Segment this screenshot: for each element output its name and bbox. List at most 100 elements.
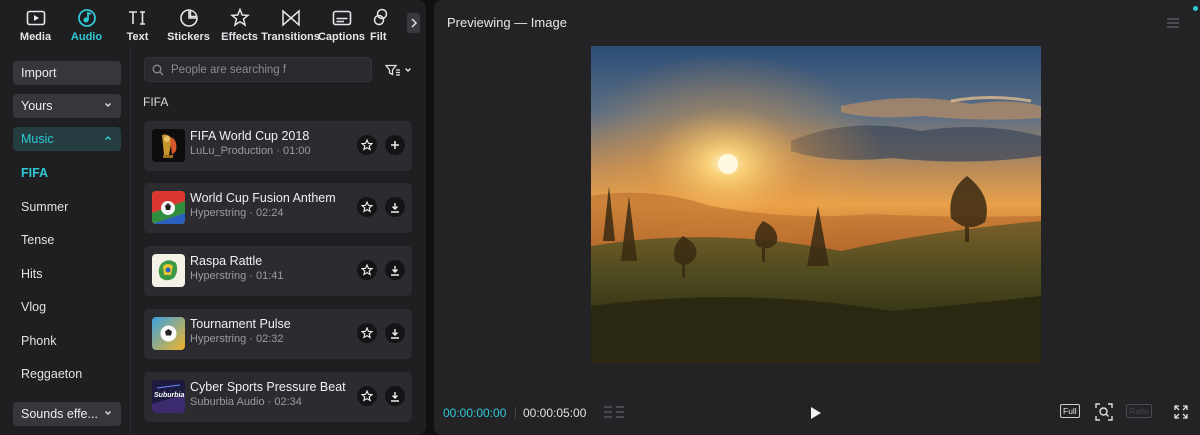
- track-thumbnail: [152, 129, 185, 162]
- add-icon: [391, 141, 399, 149]
- favorite-button[interactable]: [357, 135, 377, 155]
- timeline-view-button[interactable]: [602, 404, 626, 420]
- total-duration: 00:00:05:00: [523, 406, 587, 420]
- search-icon: [152, 64, 164, 75]
- track-thumbnail: Suburbia: [152, 380, 185, 413]
- download-button[interactable]: [385, 386, 405, 406]
- chevron-down-icon: [405, 68, 411, 72]
- media-panel: Media Audio Text Stickers Effects Transi…: [0, 0, 426, 435]
- thumbnail-text: Suburbia: [154, 392, 185, 399]
- tab-audio[interactable]: Audio: [61, 0, 112, 46]
- track-thumbnail: [152, 254, 185, 287]
- add-button[interactable]: [385, 135, 405, 155]
- sidebar-item-reggaeton[interactable]: Reggaeton: [21, 367, 82, 381]
- chevron-down-icon: [105, 411, 111, 415]
- fullscreen-button[interactable]: [1172, 403, 1190, 421]
- tab-audio-label: Audio: [70, 31, 103, 43]
- track-title: World Cup Fusion Anthem: [190, 191, 336, 205]
- download-icon: [391, 265, 399, 276]
- tab-effects[interactable]: Effects: [214, 0, 265, 46]
- download-icon: [391, 328, 399, 339]
- favorite-button[interactable]: [357, 323, 377, 343]
- filters-icon: [371, 8, 393, 28]
- chevron-down-icon: [105, 103, 111, 107]
- star-icon: [361, 139, 373, 151]
- import-button[interactable]: Import: [13, 61, 121, 85]
- import-label: Import: [21, 66, 57, 80]
- track-card[interactable]: World Cup Fusion Anthem Hyperstring · 02…: [144, 183, 412, 233]
- sounds-effects-dropdown[interactable]: Sounds effe...: [13, 402, 121, 426]
- download-icon: [391, 202, 399, 213]
- sounds-effects-label: Sounds effe...: [21, 407, 98, 421]
- track-card[interactable]: Tournament Pulse Hyperstring · 02:32: [144, 309, 412, 359]
- category-tabs: Media Audio Text Stickers Effects Transi…: [0, 0, 426, 46]
- tab-captions[interactable]: Captions: [316, 0, 367, 46]
- sidebar-item-summer[interactable]: Summer: [21, 200, 68, 214]
- section-title: FIFA: [143, 95, 169, 109]
- download-button[interactable]: [385, 197, 405, 217]
- tab-filters[interactable]: Filt: [367, 0, 397, 46]
- tabs-scroll-right-button[interactable]: [407, 13, 420, 33]
- search-box[interactable]: [144, 57, 372, 82]
- tab-transitions[interactable]: Transitions: [261, 0, 320, 46]
- search-input[interactable]: [171, 63, 361, 76]
- play-button[interactable]: [806, 404, 826, 422]
- panel-menu-button[interactable]: [1166, 16, 1180, 34]
- favorite-button[interactable]: [357, 197, 377, 217]
- current-time: 00:00:00:00: [443, 406, 507, 420]
- sidebar-item-vlog[interactable]: Vlog: [21, 300, 46, 314]
- preview-image: [591, 46, 1041, 363]
- download-button[interactable]: [385, 260, 405, 280]
- preview-panel: Previewing — Image 00:00:00:00 00:00:05:…: [434, 0, 1200, 435]
- text-icon: [127, 8, 149, 28]
- favorite-button[interactable]: [357, 260, 377, 280]
- track-card[interactable]: Suburbia Cyber Sports Pressure Beat Subu…: [144, 372, 412, 422]
- track-subtitle: LuLu_Production · 01:00: [190, 145, 311, 157]
- sidebar-item-tense[interactable]: Tense: [21, 233, 54, 247]
- track-subtitle: Hyperstring · 02:24: [190, 207, 284, 219]
- download-icon: [391, 391, 399, 402]
- track-title: FIFA World Cup 2018: [190, 129, 310, 143]
- track-card[interactable]: Raspa Rattle Hyperstring · 01:41: [144, 246, 412, 296]
- audio-list: FIFA FIFA World Cup 2018 LuLu_Production…: [131, 46, 426, 435]
- music-dropdown[interactable]: Music: [13, 127, 121, 151]
- tab-media-label: Media: [19, 31, 52, 43]
- tab-media[interactable]: Media: [10, 0, 61, 46]
- ratio-button[interactable]: Ratio: [1126, 404, 1152, 418]
- star-icon: [361, 390, 373, 402]
- chevron-up-icon: [105, 136, 111, 140]
- tab-effects-label: Effects: [221, 31, 258, 43]
- zoom-button[interactable]: [1094, 403, 1114, 421]
- sidebar-item-fifa[interactable]: FIFA: [21, 166, 48, 180]
- track-thumbnail: [152, 191, 185, 224]
- captions-icon: [331, 8, 353, 28]
- app-window: Media Audio Text Stickers Effects Transi…: [0, 0, 1200, 435]
- tab-text-label: Text: [126, 31, 149, 43]
- music-label: Music: [21, 132, 54, 146]
- tab-stickers[interactable]: Stickers: [163, 0, 214, 46]
- favorite-button[interactable]: [357, 386, 377, 406]
- tab-text[interactable]: Text: [112, 0, 163, 46]
- sidebar-item-phonk[interactable]: Phonk: [21, 334, 56, 348]
- notification-dot: [1193, 6, 1198, 11]
- full-label: Full: [1060, 404, 1080, 418]
- audio-sidebar: Import Yours Music FIFA Summer Tense Hit…: [0, 46, 131, 435]
- transitions-icon: [280, 8, 302, 28]
- grid-icon: [604, 406, 624, 418]
- zoom-icon: [1095, 403, 1113, 421]
- yours-dropdown[interactable]: Yours: [13, 94, 121, 118]
- track-thumbnail: [152, 317, 185, 350]
- star-icon: [361, 327, 373, 339]
- star-icon: [361, 201, 373, 213]
- effects-icon: [229, 8, 251, 28]
- download-button[interactable]: [385, 323, 405, 343]
- full-quality-button[interactable]: Full: [1060, 404, 1080, 418]
- star-icon: [361, 264, 373, 276]
- play-icon: [811, 407, 821, 419]
- track-title: Raspa Rattle: [190, 254, 263, 268]
- filter-button[interactable]: [385, 62, 413, 78]
- track-card[interactable]: FIFA World Cup 2018 LuLu_Production · 01…: [144, 121, 412, 171]
- time-divider: [515, 407, 516, 419]
- stickers-icon: [178, 8, 200, 28]
- sidebar-item-hits[interactable]: Hits: [21, 267, 43, 281]
